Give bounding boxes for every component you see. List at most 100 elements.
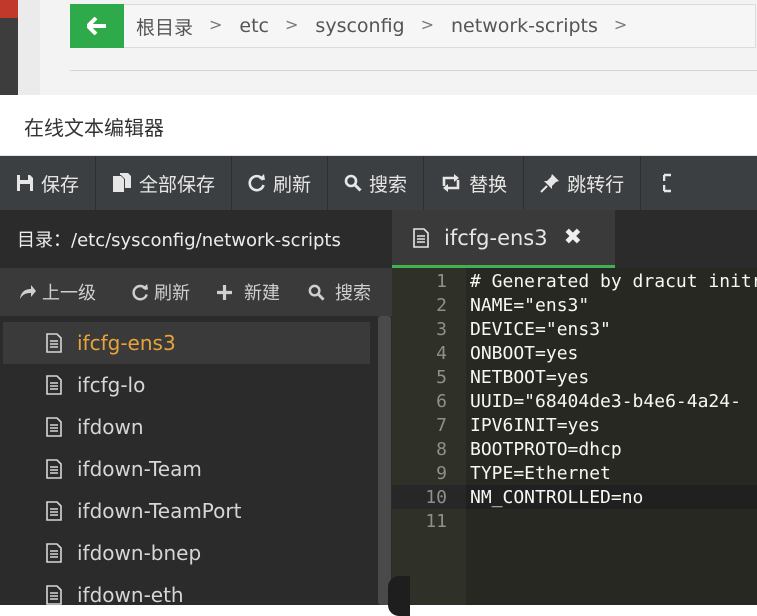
- file-refresh-button[interactable]: 刷新: [132, 279, 190, 305]
- breadcrumb-items: 根目录 > etc > sysconfig > network-scripts …: [136, 13, 644, 40]
- breadcrumb-item-root[interactable]: 根目录: [136, 13, 193, 40]
- search-button[interactable]: 搜索: [328, 156, 425, 210]
- side-strip-accent: [0, 0, 18, 18]
- refresh-button[interactable]: 刷新: [232, 156, 329, 210]
- pin-icon: [540, 174, 560, 193]
- file-icon: [46, 333, 62, 353]
- code-line: NAME="ens3": [470, 295, 590, 316]
- line-number: 5: [436, 367, 447, 388]
- file-name: ifdown-Team: [77, 457, 202, 481]
- code-line: # Generated by dracut initrd: [470, 271, 757, 292]
- replace-icon: [442, 174, 460, 192]
- line-number: 6: [436, 391, 447, 412]
- line-number: 11: [425, 511, 447, 532]
- directory-path-text: 目录：/etc/sysconfig/network-scripts: [17, 230, 341, 251]
- save-label: 保存: [41, 173, 80, 196]
- code-line: NM_CONTROLLED=no: [470, 487, 644, 508]
- file-item[interactable]: ifdown: [0, 406, 376, 448]
- refresh-icon: [248, 174, 266, 192]
- share-arrow-icon: [20, 285, 36, 299]
- plus-icon: [217, 284, 232, 300]
- line-number: 3: [436, 319, 447, 340]
- arrow-left-icon: [87, 16, 106, 35]
- search-label: 搜索: [369, 173, 408, 196]
- file-name: ifdown-TeamPort: [77, 499, 242, 523]
- new-file-label: 新建: [244, 283, 280, 304]
- line-number: 4: [436, 343, 447, 364]
- save-all-icon: [113, 173, 132, 192]
- file-item[interactable]: ifcfg-lo: [0, 364, 376, 406]
- file-list: ifcfg-ens3 ifcfg-lo ifdown ifdown-Team i…: [0, 316, 376, 605]
- save-icon: [17, 175, 33, 191]
- refresh-label: 刷新: [273, 173, 312, 196]
- code-line: DEVICE="ens3": [470, 319, 611, 340]
- file-icon: [46, 459, 62, 479]
- save-button[interactable]: 保存: [0, 156, 97, 210]
- code-line: UUID="68404de3-b4e6-4a24-: [470, 391, 741, 412]
- file-name: ifdown-bnep: [77, 541, 202, 565]
- side-strip: [0, 0, 18, 95]
- line-number: 7: [436, 415, 447, 436]
- file-item[interactable]: ifdown-Team: [0, 448, 376, 490]
- file-search-button[interactable]: 搜索: [308, 279, 371, 305]
- breadcrumb-item-sysconfig[interactable]: sysconfig: [315, 15, 404, 37]
- file-icon: [46, 543, 62, 563]
- file-item[interactable]: ifdown-bnep: [0, 532, 376, 574]
- line-number: 1: [436, 271, 447, 292]
- breadcrumb-item-etc[interactable]: etc: [239, 15, 269, 37]
- file-name: ifdown-eth: [77, 583, 184, 605]
- parent-dir-label: 上一级: [42, 283, 96, 304]
- close-tab-icon[interactable]: ✖: [564, 225, 582, 250]
- breadcrumb: 根目录 > etc > sysconfig > network-scripts …: [70, 3, 756, 48]
- file-item-active[interactable]: ifcfg-ens3: [3, 322, 370, 364]
- file-name: ifcfg-ens3: [77, 331, 176, 355]
- file-icon: [46, 375, 62, 395]
- file-refresh-label: 刷新: [154, 283, 190, 304]
- file-list-scrollbar[interactable]: [378, 316, 391, 605]
- breadcrumb-item-network-scripts[interactable]: network-scripts: [451, 15, 598, 37]
- line-number: 9: [436, 463, 447, 484]
- breadcrumb-separator: >: [613, 14, 628, 34]
- save-all-label: 全部保存: [139, 173, 216, 196]
- goto-line-button[interactable]: 跳转行: [524, 156, 642, 210]
- search-icon: [344, 174, 362, 192]
- tab-filename: ifcfg-ens3: [444, 225, 548, 250]
- editor-toolbar: 保存 全部保存 刷新 搜索 替换 跳转行: [0, 156, 757, 210]
- directory-path: 目录：/etc/sysconfig/network-scripts: [0, 210, 392, 268]
- refresh-icon: [132, 283, 149, 300]
- replace-button[interactable]: 替换: [424, 156, 525, 210]
- code-line: IPV6INIT=yes: [470, 415, 601, 436]
- breadcrumb-separator: >: [285, 14, 299, 34]
- code-line: ONBOOT=yes: [470, 343, 579, 364]
- save-all-button[interactable]: 全部保存: [96, 156, 233, 210]
- goto-line-label: 跳转行: [567, 173, 625, 196]
- breadcrumb-separator: >: [209, 14, 223, 34]
- panel-collapse-handle[interactable]: [388, 576, 410, 616]
- line-number: 8: [436, 439, 447, 460]
- file-icon: [46, 417, 62, 437]
- editor-window-title: 在线文本编辑器: [0, 95, 757, 156]
- more-tools-button[interactable]: [641, 156, 700, 210]
- file-item[interactable]: ifdown-TeamPort: [0, 490, 376, 532]
- line-number: 2: [436, 295, 447, 316]
- file-icon: [413, 227, 429, 248]
- file-name: ifcfg-lo: [77, 373, 146, 397]
- file-item[interactable]: ifdown-eth: [0, 574, 376, 605]
- file-search-label: 搜索: [335, 283, 371, 304]
- page-divider: [70, 70, 757, 71]
- file-panel-toolbar: 上一级 刷新 新建 搜索: [0, 268, 392, 316]
- line-number: 10: [425, 487, 447, 508]
- back-button[interactable]: [70, 3, 124, 48]
- editor-title-text: 在线文本编辑器: [24, 116, 164, 140]
- new-file-button[interactable]: 新建: [216, 279, 280, 305]
- code-line: TYPE=Ethernet: [470, 463, 611, 484]
- code-line: NETBOOT=yes: [470, 367, 590, 388]
- breadcrumb-separator: >: [420, 14, 435, 34]
- file-icon: [46, 501, 62, 521]
- replace-label: 替换: [469, 173, 508, 196]
- file-icon: [46, 585, 62, 605]
- parent-dir-button[interactable]: 上一级: [19, 279, 96, 305]
- code-line: BOOTPROTO=dhcp: [470, 439, 622, 460]
- tab-active-file[interactable]: ifcfg-ens3 ✖: [392, 210, 615, 268]
- expand-icon: [663, 173, 672, 193]
